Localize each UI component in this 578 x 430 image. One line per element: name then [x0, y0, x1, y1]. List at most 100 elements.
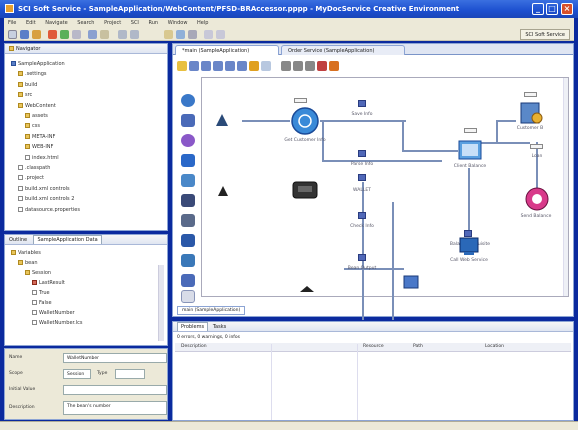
outline-item[interactable]: Variables	[11, 250, 41, 256]
zoom-region-icon[interactable]	[237, 61, 247, 71]
navigator-item[interactable]: src	[18, 92, 32, 98]
perspective-switcher[interactable]: SCI Soft Service	[520, 29, 570, 40]
tab-main-bottom[interactable]: main (SampleApplication)	[177, 306, 246, 315]
navigator-item[interactable]: build	[18, 81, 37, 88]
hand-tool-icon[interactable]	[261, 61, 271, 71]
bean-icon[interactable]	[181, 214, 195, 227]
column-path[interactable]: Path	[413, 344, 423, 352]
deploy-icon[interactable]	[164, 30, 173, 39]
transform-icon[interactable]	[181, 174, 195, 187]
refresh-icon[interactable]	[72, 30, 81, 39]
menu-search[interactable]: Search	[77, 20, 94, 26]
navigator-item[interactable]: .classpath	[18, 165, 50, 171]
start-icon[interactable]	[214, 112, 230, 128]
open-icon[interactable]	[32, 30, 41, 39]
outline-scrollbar[interactable]	[158, 265, 164, 341]
grid-icon[interactable]	[249, 61, 259, 71]
loop-icon[interactable]	[181, 274, 195, 287]
navigator-item[interactable]: datasource.properties	[18, 206, 80, 213]
database-icon[interactable]	[181, 114, 195, 127]
tab-tasks[interactable]: Tasks	[213, 324, 226, 330]
outline-item[interactable]: WalletNumber	[32, 310, 75, 316]
web-service-icon[interactable]	[181, 94, 195, 107]
settings-icon[interactable]	[188, 30, 197, 39]
navigator-item[interactable]: META-INF	[25, 133, 55, 140]
zoom-in-icon[interactable]	[189, 61, 199, 71]
menu-navigate[interactable]: Navigate	[45, 20, 67, 26]
tab-sampleapplication-data[interactable]: SampleApplication Data	[33, 235, 102, 244]
close-button[interactable]: ×	[561, 3, 573, 15]
outline-item[interactable]: bean	[18, 260, 37, 266]
scope-select[interactable]: Session	[63, 369, 91, 379]
navigator-item[interactable]: assets	[25, 113, 48, 119]
check-info-node-icon[interactable]	[358, 212, 366, 219]
customer-node-icon[interactable]	[518, 100, 544, 126]
file-icon[interactable]	[181, 234, 195, 247]
menu-file[interactable]: File	[8, 20, 16, 26]
navigator-item[interactable]: build.xml controls	[18, 185, 70, 192]
menu-run[interactable]: Run	[149, 20, 159, 26]
forward-icon[interactable]	[130, 30, 139, 39]
end-icon[interactable]	[298, 284, 316, 294]
navigator-tab[interactable]: Navigator	[5, 44, 167, 54]
parse-info-node-icon[interactable]	[358, 150, 366, 157]
start-icon[interactable]	[216, 184, 230, 198]
save-info-node-icon[interactable]	[358, 100, 366, 107]
outline-item[interactable]: Session	[25, 270, 51, 276]
column-resource[interactable]: Resource	[363, 344, 384, 352]
back-icon[interactable]	[118, 30, 127, 39]
debug-icon[interactable]	[60, 30, 69, 39]
wallet-service-icon[interactable]	[358, 174, 366, 181]
copy-icon[interactable]	[293, 61, 303, 71]
tab-order-service[interactable]: Order Service (SampleApplication)	[281, 45, 405, 55]
menu-window[interactable]: Window	[168, 20, 188, 26]
wallet-node-icon[interactable]	[290, 178, 320, 202]
server-icon[interactable]	[176, 30, 185, 39]
layout-icon[interactable]	[204, 30, 213, 39]
column-description[interactable]: Description	[181, 344, 207, 352]
view-icon[interactable]	[216, 30, 225, 39]
zoom-out-icon[interactable]	[201, 61, 211, 71]
canvas-scrollbar[interactable]	[563, 78, 568, 296]
decision-icon[interactable]	[181, 254, 195, 267]
navigator-item[interactable]: .settings	[18, 71, 47, 77]
new-icon[interactable]	[8, 30, 17, 39]
tab-main[interactable]: *main (SampleApplication)	[175, 45, 279, 55]
navigator-item[interactable]: SampleApplication	[11, 61, 65, 67]
output-file-icon[interactable]	[402, 274, 420, 290]
bean-output-node-icon[interactable]	[358, 254, 366, 261]
outline-item[interactable]: LastResult	[32, 280, 65, 286]
more-icon[interactable]	[181, 290, 195, 303]
menu-project[interactable]: Project	[104, 20, 121, 26]
menu-sci[interactable]: SCI	[131, 20, 139, 26]
get-customer-node-icon[interactable]	[290, 106, 320, 136]
delete-icon[interactable]	[317, 61, 327, 71]
navigator-item[interactable]: build.xml controls 2	[18, 196, 74, 202]
outline-item[interactable]: WalletNumber.lcs	[32, 320, 82, 326]
call-web-service-node-icon[interactable]	[456, 234, 482, 258]
outline-item[interactable]: False	[32, 300, 52, 306]
description-field[interactable]: The bean's number	[63, 401, 167, 415]
client-balance-node-icon[interactable]	[456, 136, 484, 164]
navigator-item[interactable]: css	[25, 123, 40, 129]
tab-outline[interactable]: Outline	[9, 237, 27, 243]
paste-icon[interactable]	[305, 61, 315, 71]
build-icon[interactable]	[100, 30, 109, 39]
align-icon[interactable]	[329, 61, 339, 71]
menu-help[interactable]: Help	[197, 20, 208, 26]
outline-item[interactable]: True	[32, 290, 50, 296]
run-icon[interactable]	[48, 30, 57, 39]
minimize-button[interactable]: _	[532, 3, 544, 15]
name-field[interactable]: WalletNumber	[63, 353, 167, 363]
select-tool-icon[interactable]	[177, 61, 187, 71]
tab-problems[interactable]: Problems	[177, 322, 209, 331]
initial-value-field[interactable]	[63, 385, 167, 395]
menu-edit[interactable]: Edit	[26, 20, 36, 26]
type-select[interactable]	[115, 369, 145, 379]
script-icon[interactable]	[181, 134, 195, 147]
queue-icon[interactable]	[181, 154, 195, 167]
email-icon[interactable]	[181, 194, 195, 207]
send-balance-node-icon[interactable]	[524, 186, 550, 212]
flow-canvas[interactable]: Get Customer Info Save Info Parse Info C…	[201, 77, 569, 320]
zoom-fit-icon[interactable]	[213, 61, 223, 71]
